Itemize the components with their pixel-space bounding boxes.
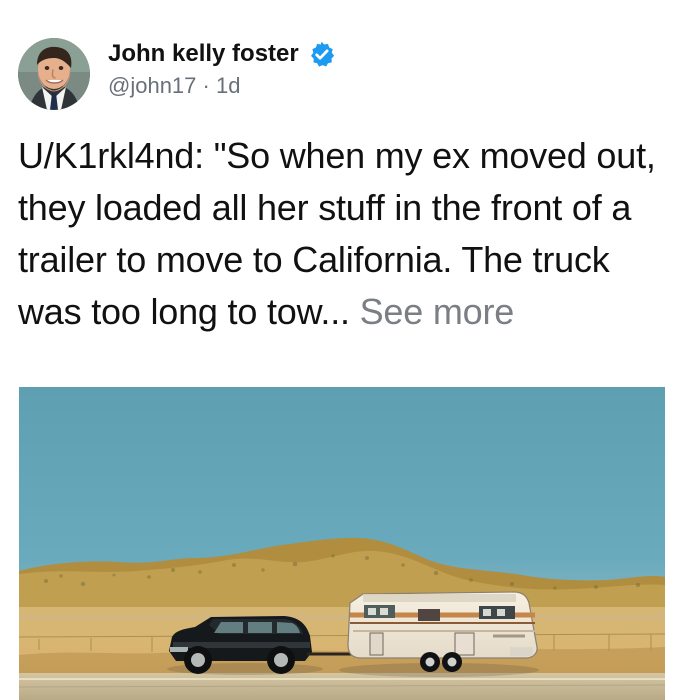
post-timestamp[interactable]: 1d xyxy=(216,73,240,98)
post-text: U/K1rkl4nd: "So when my ex moved out, th… xyxy=(18,135,656,332)
author-handle[interactable]: @john17 xyxy=(108,73,196,98)
author-handle-and-time: @john17 · 1d xyxy=(108,73,336,99)
see-more-link[interactable]: See more xyxy=(360,291,515,332)
verified-badge-icon xyxy=(307,40,336,69)
post-text-container: U/K1rkl4nd: "So when my ex moved out, th… xyxy=(18,130,673,338)
tweet-post: John kelly foster @john17 · 1d U/K1rkl4n… xyxy=(0,0,700,700)
post-header: John kelly foster @john17 · 1d xyxy=(18,36,336,110)
trailer-and-suv-desert-photo-icon xyxy=(19,387,665,700)
author-display-name[interactable]: John kelly foster xyxy=(108,40,299,68)
author-name-line: John kelly foster xyxy=(108,39,336,69)
author-avatar[interactable] xyxy=(18,38,90,110)
meta-separator: · xyxy=(202,73,210,98)
author-meta: John kelly foster @john17 · 1d xyxy=(108,36,336,99)
profile-photo-avatar-icon xyxy=(18,38,90,110)
post-image[interactable] xyxy=(19,387,665,700)
